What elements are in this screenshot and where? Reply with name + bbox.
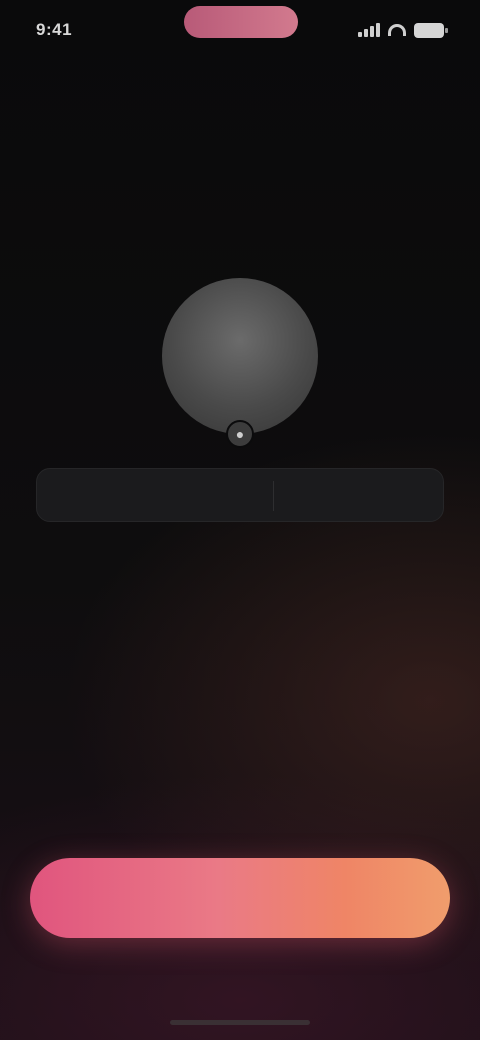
name-field[interactable] [36,468,444,522]
wifi-icon [388,24,406,36]
status-bar: 9:41 [0,0,480,60]
status-icons [358,22,448,38]
battery-icon [414,22,448,38]
name-input[interactable] [55,485,425,505]
signal-icon [358,23,380,37]
continue-button[interactable] [30,858,450,938]
camera-icon[interactable]: ● [226,420,254,448]
field-divider [273,481,274,511]
onboarding-screen: 9:41 ● [0,0,480,1040]
avatar[interactable] [162,278,318,434]
home-indicator[interactable] [170,1020,310,1025]
status-time: 9:41 [36,20,73,39]
status-pill[interactable] [184,6,298,38]
